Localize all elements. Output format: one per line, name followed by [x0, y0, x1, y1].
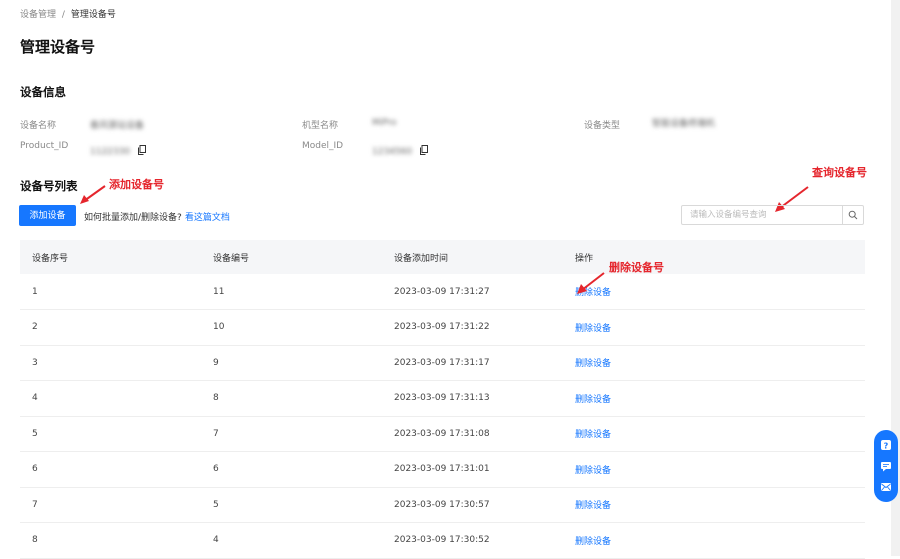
batch-hint: 如何批量添加/删除设备? 看这篇文档	[84, 210, 230, 223]
device-number-cell: 6	[213, 464, 219, 475]
column-header: 设备添加时间	[394, 253, 449, 264]
model-name-label: 机型名称	[302, 121, 339, 131]
device-time-cell: 2023-03-09 17:31:27	[394, 286, 490, 297]
product-id-label: Product_ID	[20, 141, 69, 151]
device-name-value: 春风驿站设备	[90, 121, 145, 131]
table-row: 7 5 2023-03-09 17:30:57 删除设备	[20, 487, 865, 523]
delete-device-link[interactable]: 删除设备	[575, 324, 611, 334]
column-header: 设备序号	[32, 253, 69, 264]
annotation-arrow-delete-icon	[577, 272, 605, 294]
chat-icon[interactable]	[880, 459, 893, 472]
table-row: 2 10 2023-03-09 17:31:22 删除设备	[20, 310, 865, 345]
table-row: 8 4 2023-03-09 17:30:52 删除设备	[20, 523, 865, 558]
device-info-title: 设备信息	[20, 85, 66, 99]
annotation-arrow-add-icon	[80, 185, 106, 204]
svg-text:?: ?	[884, 441, 889, 450]
table-row: 3 9 2023-03-09 17:31:17 删除设备	[20, 345, 865, 381]
breadcrumb-current: 管理设备号	[70, 10, 116, 20]
breadcrumb-parent[interactable]: 设备管理	[20, 10, 56, 20]
model-id-label: Model_ID	[302, 141, 344, 151]
device-index-cell: 6	[32, 464, 38, 475]
device-time-cell: 2023-03-09 17:31:01	[394, 464, 490, 475]
device-index-cell: 2	[32, 322, 38, 333]
device-time-cell: 2023-03-09 17:31:13	[394, 393, 490, 404]
device-number-cell: 10	[213, 322, 225, 333]
device-index-cell: 7	[32, 499, 38, 510]
column-header: 设备编号	[213, 253, 250, 264]
device-type-label: 设备类型	[584, 121, 621, 131]
device-time-cell: 2023-03-09 17:30:57	[394, 499, 490, 510]
device-time-cell: 2023-03-09 17:31:22	[394, 322, 490, 333]
table-row: 6 6 2023-03-09 17:31:01 删除设备	[20, 452, 865, 487]
model-id-field: 1234560	[372, 139, 429, 159]
device-time-cell: 2023-03-09 17:31:08	[394, 428, 490, 439]
device-time-cell: 2023-03-09 17:30:52	[394, 535, 490, 546]
device-list-title: 设备号列表	[20, 179, 78, 193]
device-time-cell: 2023-03-09 17:31:17	[394, 357, 490, 368]
floating-help-panel: ?	[874, 430, 898, 502]
copy-icon[interactable]	[138, 140, 147, 159]
device-index-cell: 1	[32, 286, 38, 297]
device-number-cell: 8	[213, 393, 219, 404]
delete-device-link[interactable]: 删除设备	[575, 466, 611, 476]
product-id-value: 1122330	[90, 147, 131, 157]
help-icon[interactable]: ?	[880, 438, 893, 451]
delete-device-link[interactable]: 删除设备	[575, 537, 611, 547]
delete-device-link[interactable]: 删除设备	[575, 359, 611, 369]
annotation-delete: 删除设备号	[609, 261, 664, 274]
model-id-value: 1234560	[372, 147, 413, 157]
device-number-cell: 4	[213, 535, 219, 546]
table-header-row: 设备序号 设备编号 设备添加时间 操作	[20, 240, 865, 274]
batch-hint-text: 如何批量添加/删除设备?	[84, 213, 182, 223]
table-row: 4 8 2023-03-09 17:31:13 删除设备	[20, 381, 865, 416]
page-title: 管理设备号	[20, 38, 96, 56]
table-row: 1 11 2023-03-09 17:31:27 删除设备	[20, 274, 865, 310]
device-index-cell: 5	[32, 428, 38, 439]
model-name-value: MiPro	[372, 118, 397, 128]
delete-device-link[interactable]: 删除设备	[575, 501, 611, 511]
device-number-cell: 7	[213, 428, 219, 439]
device-index-cell: 3	[32, 357, 38, 368]
breadcrumb-separator: /	[61, 10, 65, 20]
doc-link[interactable]: 看这篇文档	[185, 213, 230, 223]
product-id-field: 1122330	[90, 139, 147, 159]
device-type-value: 智能设备终端机	[652, 119, 716, 129]
search-box	[681, 205, 864, 225]
copy-icon[interactable]	[420, 140, 429, 159]
annotation-add: 添加设备号	[109, 178, 164, 191]
device-number-cell: 5	[213, 499, 219, 510]
device-number-cell: 9	[213, 357, 219, 368]
search-icon[interactable]	[842, 206, 863, 224]
breadcrumb: 设备管理 / 管理设备号	[20, 7, 116, 20]
feedback-icon[interactable]	[880, 481, 893, 494]
device-number-cell: 11	[213, 286, 225, 297]
table-row: 5 7 2023-03-09 17:31:08 删除设备	[20, 416, 865, 452]
device-search-input[interactable]	[682, 206, 842, 224]
device-table: 设备序号 设备编号 设备添加时间 操作 1 11 2023-03-09 17:3…	[20, 240, 865, 559]
delete-device-link[interactable]: 删除设备	[575, 395, 611, 405]
delete-device-link[interactable]: 删除设备	[575, 430, 611, 440]
device-index-cell: 4	[32, 393, 38, 404]
add-device-button[interactable]: 添加设备	[19, 205, 76, 226]
device-index-cell: 8	[32, 535, 38, 546]
device-name-label: 设备名称	[20, 121, 57, 131]
annotation-query: 查询设备号	[808, 162, 871, 182]
